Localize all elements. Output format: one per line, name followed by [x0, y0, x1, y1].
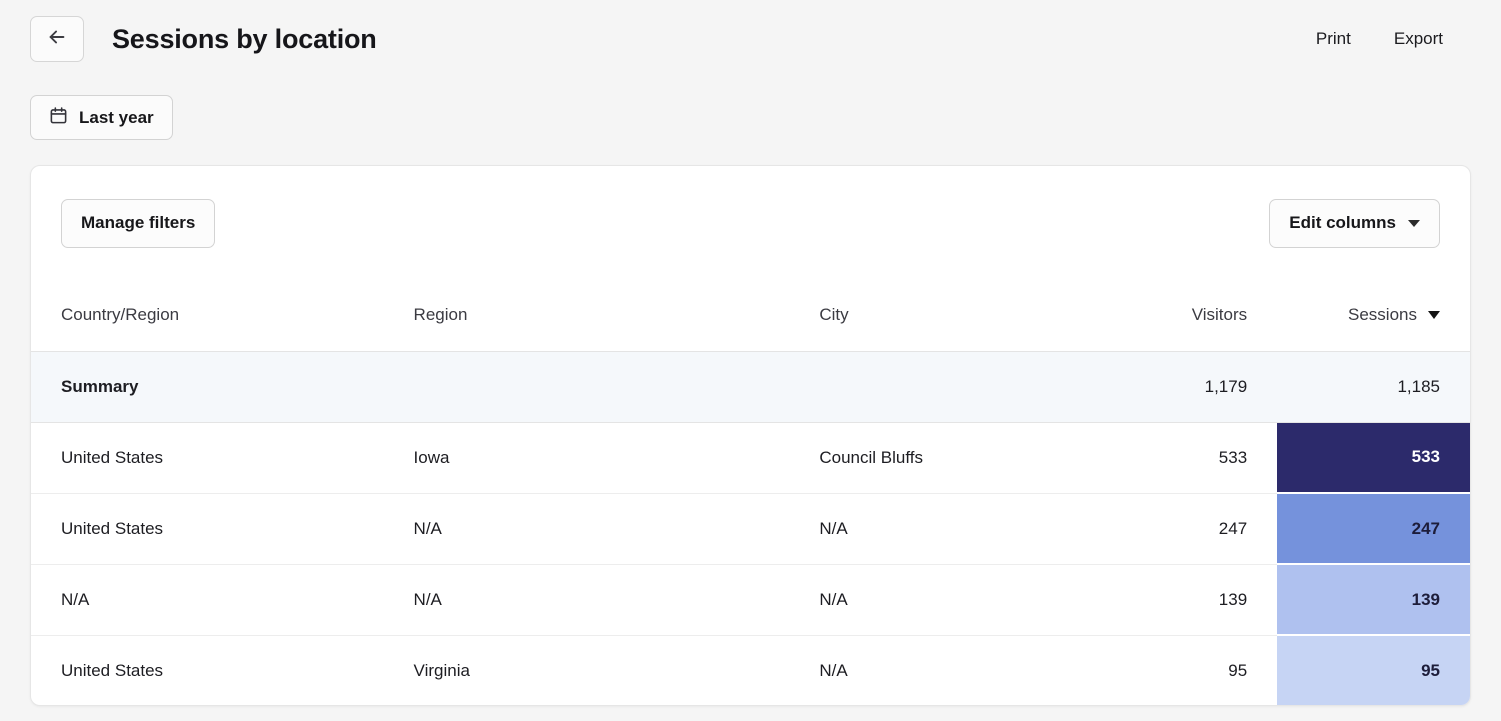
sort-descending-icon [1428, 311, 1440, 320]
row-country: United States [31, 635, 384, 705]
table-row[interactable]: United States Virginia N/A 95 95 [31, 635, 1470, 705]
row-country: United States [31, 493, 384, 565]
row-region: Virginia [383, 635, 790, 705]
manage-filters-label: Manage filters [81, 213, 196, 232]
row-sessions-heatmap-cell: 533 [1277, 422, 1470, 494]
table-row[interactable]: N/A N/A N/A 139 139 [31, 564, 1470, 636]
table-toolbar: Manage filters Edit columns [31, 166, 1470, 280]
edit-columns-label: Edit columns [1289, 213, 1396, 232]
row-city: N/A [789, 493, 1124, 565]
row-visitors: 95 [1123, 635, 1278, 705]
column-header-sessions-label: Sessions [1348, 305, 1417, 325]
row-region: Iowa [383, 422, 790, 494]
date-range-button[interactable]: Last year [30, 95, 173, 140]
edit-columns-button[interactable]: Edit columns [1269, 198, 1440, 248]
summary-visitors: 1,179 [1123, 351, 1278, 423]
column-header-visitors[interactable]: Visitors [1123, 280, 1278, 352]
table-row[interactable]: United States N/A N/A 247 247 [31, 493, 1470, 565]
column-header-city[interactable]: City [789, 280, 1124, 352]
row-country: N/A [31, 564, 384, 636]
table-header: Country/Region Region City Visitors Sess… [31, 280, 1470, 352]
row-visitors: 139 [1123, 564, 1278, 636]
locations-table: Country/Region Region City Visitors Sess… [31, 280, 1470, 705]
summary-label: Summary [31, 351, 384, 423]
date-filter-row: Last year [0, 95, 1501, 140]
date-range-label: Last year [79, 107, 154, 127]
table-body: Summary 1,179 1,185 United States Iowa Cou… [31, 351, 1470, 705]
row-city: N/A [789, 564, 1124, 636]
page-title: Sessions by location [112, 23, 377, 54]
column-header-sessions[interactable]: Sessions [1277, 280, 1470, 352]
top-bar: Sessions by location Print Export [0, 0, 1501, 78]
summary-sessions: 1,185 [1277, 351, 1470, 423]
back-button[interactable] [30, 16, 84, 62]
table-header-row: Country/Region Region City Visitors Sess… [31, 280, 1470, 352]
row-sessions-heatmap-cell: 95 [1277, 635, 1470, 705]
row-sessions-heatmap-cell: 139 [1277, 564, 1470, 636]
row-sessions-heatmap-cell: 247 [1277, 493, 1470, 565]
summary-city [789, 351, 1124, 423]
row-region: N/A [383, 493, 790, 565]
row-country: United States [31, 422, 384, 494]
row-city: N/A [789, 635, 1124, 705]
summary-region [383, 351, 790, 423]
manage-filters-button[interactable]: Manage filters [61, 198, 216, 248]
table-row-summary: Summary 1,179 1,185 [31, 351, 1470, 423]
chevron-down-icon [1408, 219, 1420, 227]
row-region: N/A [383, 564, 790, 636]
row-visitors: 247 [1123, 493, 1278, 565]
table-row[interactable]: United States Iowa Council Bluffs 533 533 [31, 422, 1470, 494]
print-button[interactable]: Print [1306, 23, 1361, 55]
calendar-icon [49, 106, 68, 130]
column-header-country[interactable]: Country/Region [31, 280, 384, 352]
row-visitors: 533 [1123, 422, 1278, 494]
export-button[interactable]: Export [1384, 23, 1453, 55]
arrow-left-icon [46, 26, 68, 53]
row-city: Council Bluffs [789, 422, 1124, 494]
column-header-region[interactable]: Region [383, 280, 790, 352]
report-card: Manage filters Edit columns Country/Regi… [30, 165, 1471, 706]
